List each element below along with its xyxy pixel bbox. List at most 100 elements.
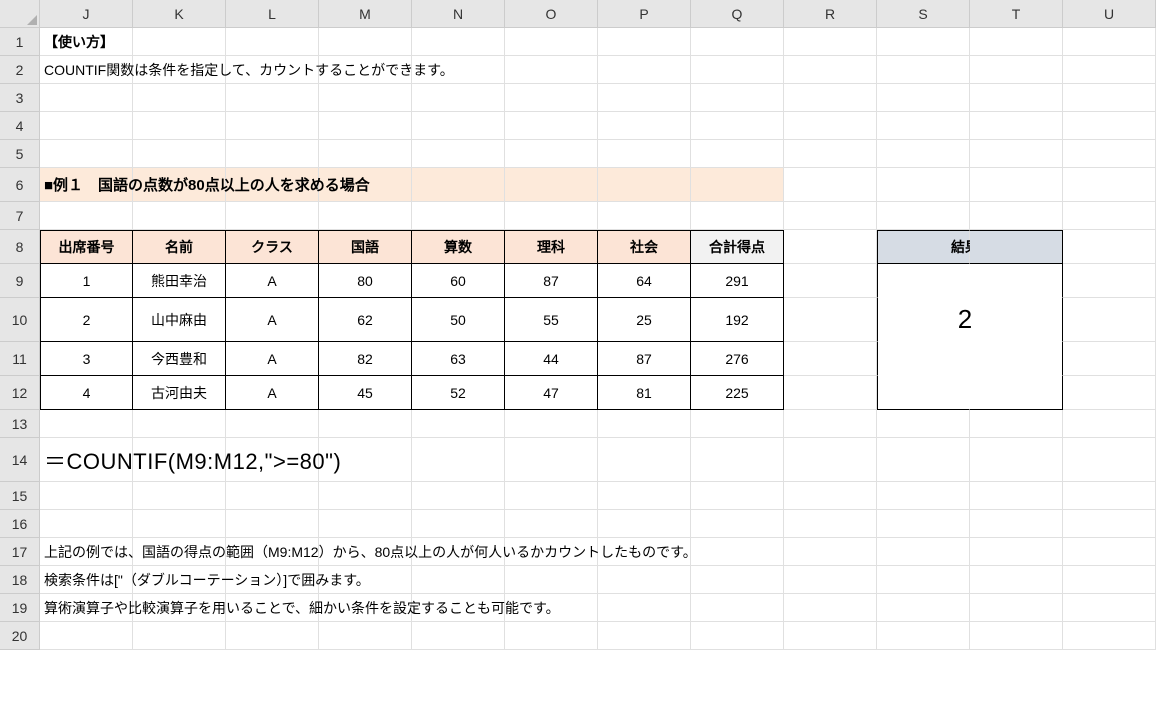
note-2[interactable]: 検索条件は["（ダブルコーテーション）]で囲みます。 [40,566,133,594]
cell-S20[interactable] [877,622,970,650]
column-header-P[interactable]: P [598,0,691,28]
cell-K20[interactable] [133,622,226,650]
cell-U19[interactable] [1063,594,1156,622]
table-cell-sansu[interactable]: 63 [412,342,505,376]
cell-N15[interactable] [412,482,505,510]
cell-U18[interactable] [1063,566,1156,594]
table-cell-shakai[interactable]: 81 [598,376,691,410]
cell-U5[interactable] [1063,140,1156,168]
row-header-15[interactable]: 15 [0,482,40,510]
table-cell-total[interactable]: 192 [691,298,784,342]
usage-title[interactable]: 【使い方】 [40,28,133,56]
cell-Q17[interactable] [691,538,784,566]
cell-R20[interactable] [784,622,877,650]
table-cell-shakai[interactable]: 25 [598,298,691,342]
cell-N20[interactable] [412,622,505,650]
cell-U6[interactable] [1063,168,1156,202]
row-header-8[interactable]: 8 [0,230,40,264]
cell-R10[interactable] [784,298,877,342]
cell-K5[interactable] [133,140,226,168]
table-cell-name[interactable]: 熊田幸治 [133,264,226,298]
column-header-R[interactable]: R [784,0,877,28]
cell-T11[interactable] [970,342,1063,376]
cell-L16[interactable] [226,510,319,538]
column-header-Q[interactable]: Q [691,0,784,28]
table-cell-sansu[interactable]: 60 [412,264,505,298]
row-header-1[interactable]: 1 [0,28,40,56]
cell-Q2[interactable] [691,56,784,84]
cell-Q14[interactable] [691,438,784,482]
cell-P14[interactable] [598,438,691,482]
table-header-name[interactable]: 名前 [133,230,226,264]
cell-P7[interactable] [598,202,691,230]
cell-M20[interactable] [319,622,412,650]
row-header-18[interactable]: 18 [0,566,40,594]
cell-T1[interactable] [970,28,1063,56]
cell-M1[interactable] [319,28,412,56]
cell-J5[interactable] [40,140,133,168]
cell-L5[interactable] [226,140,319,168]
table-cell-total[interactable]: 276 [691,342,784,376]
cell-U13[interactable] [1063,410,1156,438]
cell-T15[interactable] [970,482,1063,510]
cell-U2[interactable] [1063,56,1156,84]
table-cell-kokugo[interactable]: 45 [319,376,412,410]
cell-P16[interactable] [598,510,691,538]
cell-R2[interactable] [784,56,877,84]
cell-Q4[interactable] [691,112,784,140]
cell-T9[interactable] [970,264,1063,298]
cell-L20[interactable] [226,622,319,650]
cell-T4[interactable] [970,112,1063,140]
cell-S9[interactable] [877,264,970,298]
cell-L15[interactable] [226,482,319,510]
cell-O1[interactable] [505,28,598,56]
cell-R17[interactable] [784,538,877,566]
cell-T13[interactable] [970,410,1063,438]
example-title[interactable]: ■例１ 国語の点数が80点以上の人を求める場合 [40,168,133,202]
cell-P2[interactable] [598,56,691,84]
cell-S6[interactable] [877,168,970,202]
cell-R12[interactable] [784,376,877,410]
note-1[interactable]: 上記の例では、国語の得点の範囲（M9:M12）から、80点以上の人が何人いるかカ… [40,538,133,566]
cell-U4[interactable] [1063,112,1156,140]
cell-R14[interactable] [784,438,877,482]
column-header-K[interactable]: K [133,0,226,28]
cell-O7[interactable] [505,202,598,230]
cell-T10[interactable] [970,298,1063,342]
cell-S17[interactable] [877,538,970,566]
row-header-10[interactable]: 10 [0,298,40,342]
cell-L3[interactable] [226,84,319,112]
column-header-J[interactable]: J [40,0,133,28]
table-cell-sansu[interactable]: 52 [412,376,505,410]
cell-S4[interactable] [877,112,970,140]
cell-T7[interactable] [970,202,1063,230]
cell-Q19[interactable] [691,594,784,622]
table-cell-rika[interactable]: 47 [505,376,598,410]
row-header-3[interactable]: 3 [0,84,40,112]
table-header-class[interactable]: クラス [226,230,319,264]
cell-L4[interactable] [226,112,319,140]
cell-T2[interactable] [970,56,1063,84]
cell-R4[interactable] [784,112,877,140]
table-header-no[interactable]: 出席番号 [40,230,133,264]
table-header-shakai[interactable]: 社会 [598,230,691,264]
cell-N14[interactable] [412,438,505,482]
cell-P3[interactable] [598,84,691,112]
cell-R19[interactable] [784,594,877,622]
cell-T19[interactable] [970,594,1063,622]
cell-Q7[interactable] [691,202,784,230]
cell-Q20[interactable] [691,622,784,650]
row-header-19[interactable]: 19 [0,594,40,622]
cell-M15[interactable] [319,482,412,510]
cell-R6[interactable] [784,168,877,202]
row-header-2[interactable]: 2 [0,56,40,84]
cell-T16[interactable] [970,510,1063,538]
cell-P6[interactable] [598,168,691,202]
cell-R16[interactable] [784,510,877,538]
cell-M13[interactable] [319,410,412,438]
cell-U11[interactable] [1063,342,1156,376]
cell-T12[interactable] [970,376,1063,410]
table-cell-sansu[interactable]: 50 [412,298,505,342]
cell-R7[interactable] [784,202,877,230]
cell-R8[interactable] [784,230,877,264]
